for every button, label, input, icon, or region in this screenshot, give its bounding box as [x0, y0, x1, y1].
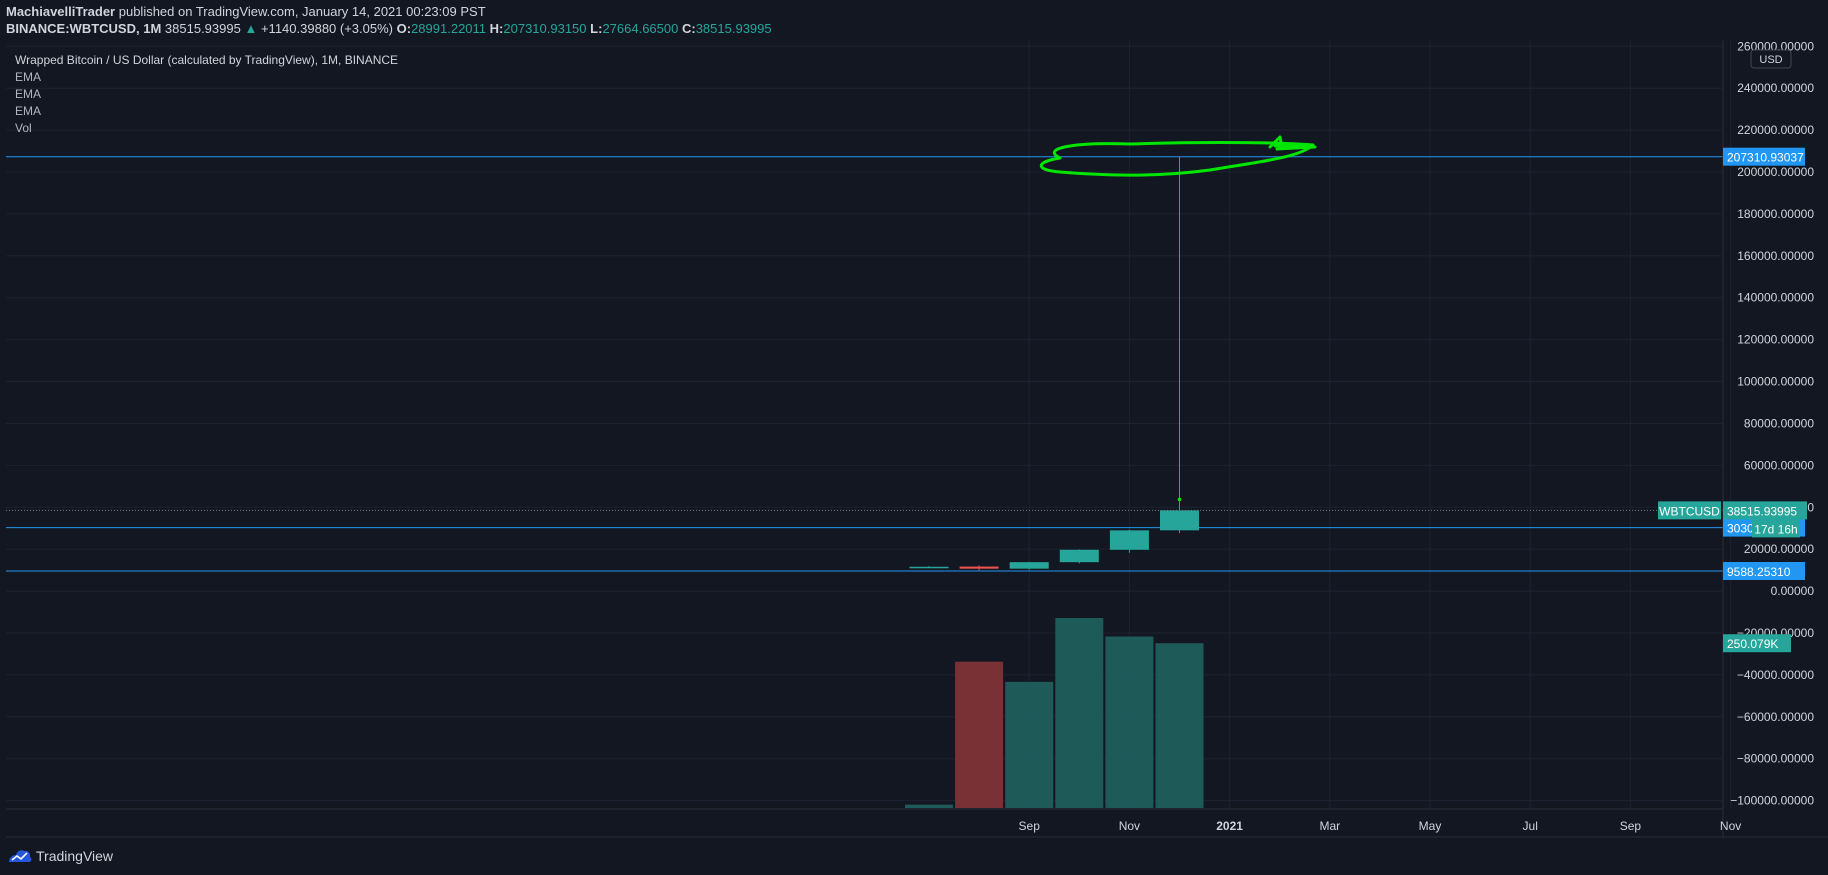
volume-bars	[905, 618, 1204, 808]
symbol-badge[interactable]: WBTCUSD	[1658, 501, 1721, 520]
volume-bar	[1155, 643, 1204, 808]
y-tick-label: −100000.00000	[1730, 794, 1814, 808]
x-tick-label: Nov	[1720, 819, 1741, 833]
volume-value-label[interactable]: 250.079K	[1723, 634, 1791, 653]
y-tick-label: −80000.00000	[1737, 752, 1814, 766]
legend-ema-1[interactable]: EMA	[15, 70, 41, 84]
footer	[0, 840, 1828, 875]
x-tick-label: Nov	[1119, 819, 1140, 833]
candle-body[interactable]	[1009, 562, 1049, 569]
x-axis[interactable]: Sep Nov 2021 Mar May Jul Sep Nov	[1019, 819, 1742, 833]
horizontal-lines[interactable]	[6, 156, 1723, 572]
volume-value-label-text: 250.079K	[1727, 637, 1778, 651]
y-tick-label: 160000.00000	[1737, 249, 1814, 263]
candle-body[interactable]	[1059, 549, 1099, 563]
legend-ema-3[interactable]: EMA	[15, 104, 41, 118]
volume-bar	[1105, 636, 1154, 808]
y-tick-label: 140000.00000	[1737, 291, 1814, 305]
brand-name: TradingView	[36, 848, 114, 864]
symbol-badge-text: WBTCUSD	[1659, 504, 1720, 518]
hline-price-label[interactable]: 207310.93037	[1723, 147, 1805, 166]
chart-legend: Wrapped Bitcoin / US Dollar (calculated …	[15, 53, 398, 135]
volume-bar	[1005, 681, 1054, 808]
tradingview-logo-icon	[9, 850, 32, 862]
currency-badge[interactable]: USD	[1750, 49, 1792, 69]
last-price-label-text: 38515.93995	[1727, 504, 1797, 518]
x-tick-label: Sep	[1019, 819, 1041, 833]
candle-body[interactable]	[909, 566, 949, 569]
grid	[6, 40, 1732, 808]
y-tick-label: 240000.00000	[1737, 81, 1814, 95]
price-labels: 207310.9303730302.590339588.2531038515.9…	[1658, 147, 1807, 653]
tick-marker	[1177, 497, 1182, 502]
y-tick-label: 20000.00000	[1744, 542, 1814, 556]
y-tick-label: 220000.00000	[1737, 123, 1814, 137]
price-chart[interactable]: Wrapped Bitcoin / US Dollar (calculated …	[0, 0, 1828, 875]
hline-price-label-text: 207310.93037	[1727, 151, 1804, 165]
hline-price-label-text: 9588.25310	[1727, 565, 1791, 579]
x-tick-label: Jul	[1523, 819, 1538, 833]
x-tick-label: May	[1419, 819, 1442, 833]
y-tick-label: 100000.00000	[1737, 375, 1814, 389]
currency-label: USD	[1759, 54, 1782, 66]
candle-body[interactable]	[1160, 510, 1199, 531]
volume-bar	[955, 661, 1004, 808]
y-tick-label: −40000.00000	[1737, 668, 1814, 682]
countdown-label-text: 17d 16h	[1754, 522, 1797, 536]
legend-vol[interactable]: Vol	[15, 121, 32, 135]
y-tick-label: 180000.00000	[1737, 207, 1814, 221]
y-tick-label: 120000.00000	[1737, 333, 1814, 347]
hline-price-label[interactable]: 9588.25310	[1723, 561, 1805, 580]
y-tick-label: 60000.00000	[1744, 458, 1814, 472]
candle-body[interactable]	[1109, 530, 1149, 550]
tradingview-brand[interactable]: TradingView	[8, 848, 113, 864]
y-tick-label: −60000.00000	[1737, 710, 1814, 724]
countdown-label[interactable]: 17d 16h	[1752, 519, 1800, 538]
y-tick-label: 200000.00000	[1737, 165, 1814, 179]
legend-ema-2[interactable]: EMA	[15, 87, 41, 101]
freehand-annotation[interactable]	[1039, 135, 1317, 177]
volume-bar	[1055, 618, 1104, 808]
x-tick-label: Sep	[1620, 819, 1642, 833]
last-price-label[interactable]: 38515.93995	[1723, 501, 1807, 520]
y-tick-label: 0.00000	[1771, 584, 1815, 598]
legend-title: Wrapped Bitcoin / US Dollar (calculated …	[15, 53, 398, 67]
volume-bar	[905, 804, 953, 808]
x-tick-label: 2021	[1216, 819, 1243, 833]
y-tick-label: 80000.00000	[1744, 416, 1814, 430]
candle-body[interactable]	[959, 566, 999, 569]
x-tick-label: Mar	[1319, 819, 1340, 833]
candles[interactable]	[909, 156, 1200, 571]
